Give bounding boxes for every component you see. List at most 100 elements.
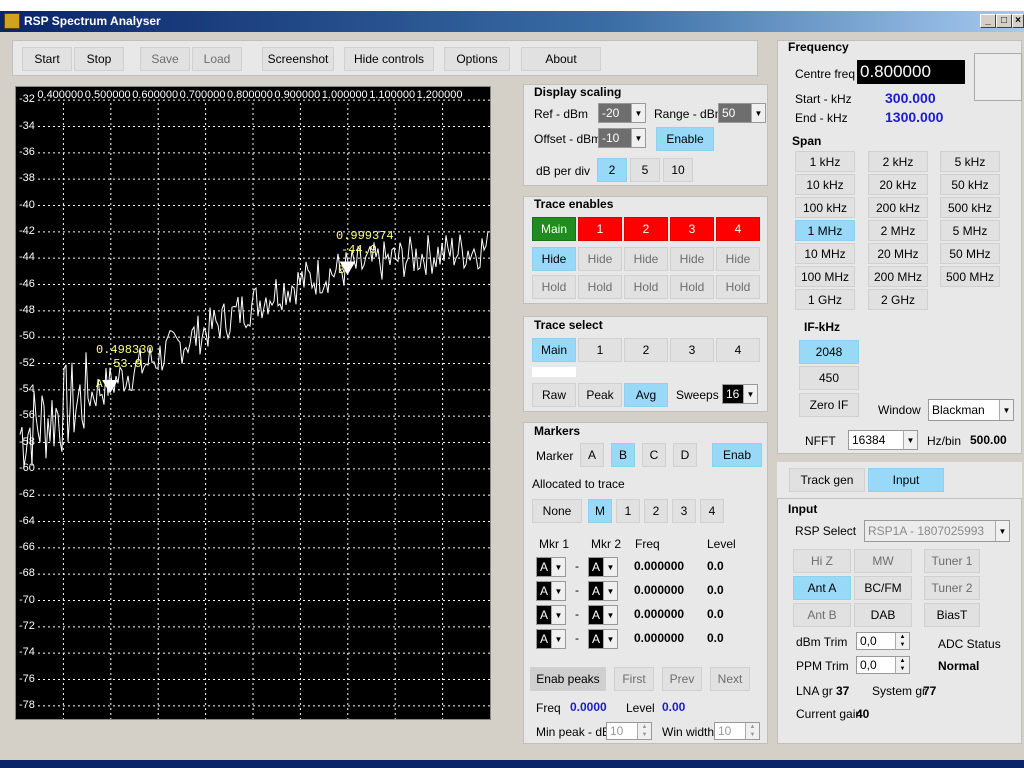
db-per-div-2[interactable]: 2 [597,158,627,182]
enab-marker-button[interactable]: Enab [712,443,762,467]
stop-button[interactable]: Stop [74,47,124,71]
input-tuner-2-button[interactable]: Tuner 2 [924,576,980,600]
span-5-mhz[interactable]: 5 MHz [940,220,1000,241]
mkr2-dropdown-1[interactable]: A ▼ [588,581,618,601]
trace-hide-3[interactable]: Hide [670,247,714,271]
ppm-trim-spinner[interactable]: 0,0 ▲ ▼ [856,656,910,674]
span-2-khz[interactable]: 2 kHz [868,151,928,172]
input-ant-b-button[interactable]: Ant B [793,603,851,627]
trace-select-2[interactable]: 2 [624,338,668,362]
trace-hide-4[interactable]: Hide [716,247,760,271]
trace-enable-1[interactable]: 1 [578,217,622,241]
trace-hide-1[interactable]: Hide [578,247,622,271]
nfft-dropdown[interactable]: 16384 ▼ [848,430,918,450]
mkr1-dropdown-3[interactable]: A ▼ [536,629,566,649]
maximize-button[interactable]: □ [996,14,1012,28]
span-200-khz[interactable]: 200 kHz [868,197,928,218]
mkr2-dropdown-0[interactable]: A ▼ [588,557,618,577]
enable-scaling-button[interactable]: Enable [656,127,714,151]
trace-enable-0[interactable]: Main [532,217,576,241]
minimize-button[interactable]: _ [980,14,996,28]
input-hi-z-button[interactable]: Hi Z [793,549,851,573]
options-button[interactable]: Options [444,47,510,71]
span-2-mhz[interactable]: 2 MHz [868,220,928,241]
trace-select-0[interactable]: Main [532,338,576,362]
span-10-mhz[interactable]: 10 MHz [795,243,855,264]
first-peak-button[interactable]: First [614,667,654,691]
alloc-4[interactable]: 4 [700,499,724,523]
min-peak-spinner[interactable]: 10 ▲ ▼ [606,722,652,740]
trace-enable-4[interactable]: 4 [716,217,760,241]
trace-select-3[interactable]: 3 [670,338,714,362]
screenshot-button[interactable]: Screenshot [262,47,334,71]
zero-if-button[interactable]: Zero IF [799,393,859,417]
span-500-khz[interactable]: 500 kHz [940,197,1000,218]
span-50-khz[interactable]: 50 kHz [940,174,1000,195]
hide-controls-button[interactable]: Hide controls [344,47,434,71]
win-width-spinner[interactable]: 10 ▲ ▼ [714,722,760,740]
if-2048-button[interactable]: 2048 [799,340,859,364]
trace-select-1[interactable]: 1 [578,338,622,362]
input-bc-fm-button[interactable]: BC/FM [854,576,912,600]
trace-hold-1[interactable]: Hold [578,275,622,299]
db-per-div-10[interactable]: 10 [663,158,693,182]
about-button[interactable]: About [521,47,601,71]
offset-dropdown[interactable]: -10 ▼ [598,128,646,148]
db-per-div-5[interactable]: 5 [630,158,660,182]
alloc-none[interactable]: None [532,499,582,523]
input-biast-button[interactable]: BiasT [924,603,980,627]
span-20-khz[interactable]: 20 kHz [868,174,928,195]
trace-hold-0[interactable]: Hold [532,275,576,299]
span-200-mhz[interactable]: 200 MHz [868,266,928,287]
if-450-button[interactable]: 450 [799,366,859,390]
save-button[interactable]: Save [140,47,190,71]
mkr1-dropdown-1[interactable]: A ▼ [536,581,566,601]
mkr1-dropdown-0[interactable]: A ▼ [536,557,566,577]
window-dropdown[interactable]: Blackman ▼ [928,399,1014,421]
trace-hold-3[interactable]: Hold [670,275,714,299]
marker-d-button[interactable]: D [673,443,697,467]
trace-enable-2[interactable]: 2 [624,217,668,241]
sweeps-dropdown[interactable]: 16 ▼ [722,384,758,404]
trace-hide-2[interactable]: Hide [624,247,668,271]
span-20-mhz[interactable]: 20 MHz [868,243,928,264]
input-mw-button[interactable]: MW [854,549,912,573]
avg-button[interactable]: Avg [624,383,668,407]
trace-enable-3[interactable]: 3 [670,217,714,241]
span-1-ghz[interactable]: 1 GHz [795,289,855,310]
alloc-main[interactable]: M [588,499,612,523]
trace-hold-4[interactable]: Hold [716,275,760,299]
start-button[interactable]: Start [22,47,72,71]
trace-select-4[interactable]: 4 [716,338,760,362]
tab-track-gen[interactable]: Track gen [789,468,865,492]
span-500-mhz[interactable]: 500 MHz [940,266,1000,287]
marker-c-button[interactable]: C [642,443,666,467]
marker-a-button[interactable]: A [580,443,604,467]
enab-peaks-button[interactable]: Enab peaks [530,667,606,691]
span-50-mhz[interactable]: 50 MHz [940,243,1000,264]
prev-peak-button[interactable]: Prev [662,667,702,691]
span-100-khz[interactable]: 100 kHz [795,197,855,218]
dbm-trim-spinner[interactable]: 0,0 ▲ ▼ [856,632,910,650]
spectrum-plot[interactable]: 0.400000 0.500000 0.600000 0.700000 0.800000… [15,86,491,720]
ref-dropdown[interactable]: -20 ▼ [598,103,646,123]
span-1-mhz[interactable]: 1 MHz [795,220,855,241]
span-10-khz[interactable]: 10 kHz [795,174,855,195]
input-tuner-1-button[interactable]: Tuner 1 [924,549,980,573]
span-2-ghz[interactable]: 2 GHz [868,289,928,310]
marker-b-button[interactable]: B [611,443,635,467]
span-100-mhz[interactable]: 100 MHz [795,266,855,287]
mkr2-dropdown-2[interactable]: A ▼ [588,605,618,625]
rsp-select-dropdown[interactable]: RSP1A - 1807025993 ▼ [864,520,1010,542]
trace-hide-0[interactable]: Hide [532,247,576,271]
trace-hold-2[interactable]: Hold [624,275,668,299]
alloc-1[interactable]: 1 [616,499,640,523]
span-1-khz[interactable]: 1 kHz [795,151,855,172]
alloc-2[interactable]: 2 [644,499,668,523]
range-dropdown[interactable]: 50 ▼ [718,103,766,123]
centre-freq-input[interactable]: 0.800000 [857,60,965,84]
raw-button[interactable]: Raw [532,383,576,407]
input-dab-button[interactable]: DAB [854,603,912,627]
next-peak-button[interactable]: Next [710,667,750,691]
mkr2-dropdown-3[interactable]: A ▼ [588,629,618,649]
